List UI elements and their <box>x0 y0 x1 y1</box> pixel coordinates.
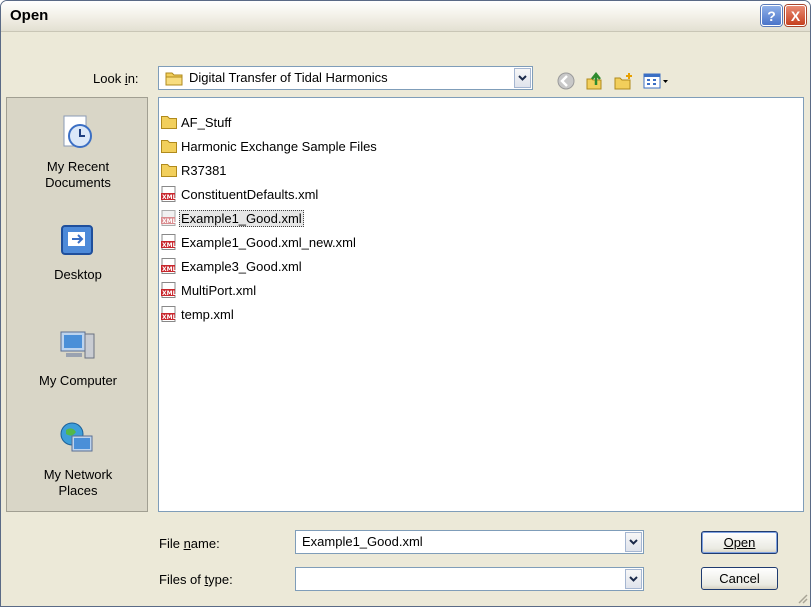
list-item[interactable]: Harmonic Exchange Sample Files <box>161 136 379 156</box>
look-in-label: Look in: <box>93 71 139 86</box>
open-button[interactable]: Open <box>701 531 778 554</box>
new-folder-icon[interactable] <box>614 71 634 91</box>
close-icon: X <box>790 7 801 24</box>
file-name-label: File name: <box>159 536 220 551</box>
look-in-label-rest: n: <box>127 71 139 86</box>
file-name: Example1_Good.xml_new.xml <box>181 234 356 250</box>
folder-icon <box>161 140 177 153</box>
help-icon: ? <box>767 7 776 24</box>
svg-text:XML: XML <box>162 266 177 273</box>
list-item[interactable]: XML Example1_Good.xml_new.xml <box>161 232 358 252</box>
file-name: MultiPort.xml <box>181 282 257 298</box>
list-item-selected[interactable]: XML Example1_Good.xml <box>161 208 304 228</box>
title-bar[interactable]: Open ? X <box>1 1 810 32</box>
xml-file-icon: XML <box>161 234 177 250</box>
list-item[interactable]: XML ConstituentDefaults.xml <box>161 184 320 204</box>
file-name: Harmonic Exchange Sample Files <box>181 138 377 154</box>
folder-icon <box>161 164 177 177</box>
place-my-computer[interactable]: My Computer <box>7 326 149 389</box>
files-of-type-select[interactable] <box>295 567 644 591</box>
files-of-type-label-rest: ype: <box>208 572 233 587</box>
file-name: temp.xml <box>181 306 234 322</box>
chevron-down-icon <box>629 539 638 545</box>
up-folder-icon[interactable] <box>585 71 605 91</box>
file-name-field[interactable]: Example1_Good.xml <box>295 530 644 554</box>
views-menu-icon[interactable] <box>643 71 669 91</box>
place-label-line2: Documents <box>45 175 111 190</box>
places-bar: My Recent Documents Desktop My Computer … <box>6 97 148 512</box>
folder-icon <box>161 116 177 129</box>
open-dialog: Open ? X Look in: Digital Transfer of Ti… <box>0 0 811 607</box>
recent-documents-icon <box>63 115 92 148</box>
file-name: Example1_Good.xml <box>179 209 304 227</box>
file-name-dropdown[interactable] <box>625 532 642 552</box>
my-computer-icon <box>60 331 95 359</box>
back-icon[interactable] <box>556 71 576 91</box>
file-name: Example3_Good.xml <box>181 258 302 274</box>
open-button-label: Open <box>723 535 756 550</box>
xml-file-icon: XML <box>161 282 177 298</box>
look-in-label-text: Look <box>93 71 125 86</box>
look-in-dropdown[interactable] <box>514 68 531 88</box>
desktop-icon <box>61 225 93 255</box>
chevron-down-icon <box>629 576 638 582</box>
close-button[interactable]: X <box>785 5 806 26</box>
xml-file-icon: XML <box>161 258 177 274</box>
list-item[interactable]: XML MultiPort.xml <box>161 280 258 300</box>
files-of-type-label: Files of type: <box>159 572 233 587</box>
list-item[interactable]: XML Example3_Good.xml <box>161 256 304 276</box>
file-name-label-text: File <box>159 536 184 551</box>
file-name: ConstituentDefaults.xml <box>181 186 319 202</box>
place-network[interactable]: My Network Places <box>7 420 149 499</box>
file-list[interactable]: AF_Stuff Harmonic Exchange Sample Files … <box>158 97 804 512</box>
svg-text:XML: XML <box>162 314 177 321</box>
folder-icon <box>165 72 183 86</box>
cancel-button[interactable]: Cancel <box>701 567 778 590</box>
place-label-line1: My Computer <box>38 373 118 388</box>
cancel-button-label: Cancel <box>719 571 760 586</box>
files-of-type-dropdown[interactable] <box>625 569 642 589</box>
resize-grip-icon[interactable] <box>796 592 808 604</box>
window-title: Open <box>10 7 49 24</box>
place-label-line1: Desktop <box>54 267 102 282</box>
list-item[interactable]: R37381 <box>161 160 229 180</box>
look-in-value: Digital Transfer of Tidal Harmonics <box>189 70 388 85</box>
svg-text:XML: XML <box>162 290 177 297</box>
file-name-value: Example1_Good.xml <box>302 534 423 549</box>
network-places-icon <box>60 422 93 452</box>
file-name-label-rest: ame: <box>190 536 220 551</box>
files-of-type-label-text: Files of <box>159 572 205 587</box>
file-name: AF_Stuff <box>181 114 232 130</box>
xml-file-icon: XML <box>161 306 177 322</box>
svg-text:XML: XML <box>162 218 177 225</box>
file-name: R37381 <box>181 162 227 178</box>
file-name-accel: n <box>183 536 191 551</box>
place-label-line2: Places <box>58 483 98 498</box>
look-in-combo[interactable]: Digital Transfer of Tidal Harmonics <box>158 66 533 90</box>
svg-text:XML: XML <box>162 242 177 249</box>
place-recent-documents[interactable]: My Recent Documents <box>7 112 149 191</box>
help-button[interactable]: ? <box>761 5 782 26</box>
svg-text:XML: XML <box>162 194 177 201</box>
chevron-down-icon <box>518 75 527 81</box>
list-item[interactable]: AF_Stuff <box>161 112 233 132</box>
xml-file-icon: XML <box>161 186 177 202</box>
place-label-line1: My Recent <box>46 159 110 174</box>
list-item[interactable]: XML temp.xml <box>161 304 236 324</box>
xml-file-icon: XML <box>161 210 177 226</box>
place-desktop[interactable]: Desktop <box>7 220 149 283</box>
place-label-line1: My Network <box>43 467 113 482</box>
